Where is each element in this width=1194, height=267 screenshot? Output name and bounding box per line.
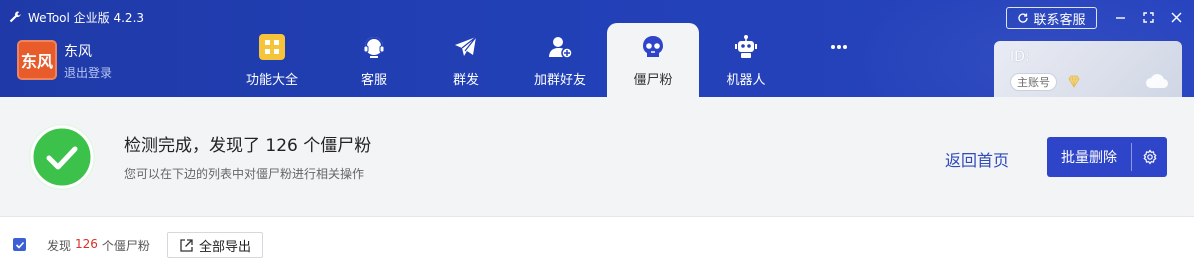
minimize-button[interactable] (1110, 8, 1130, 26)
result-subtitle: 您可以在下边的列表中对僵尸粉进行相关操作 (124, 167, 365, 181)
batch-delete-group: 批量删除 (1047, 137, 1167, 177)
found-suffix: 个僵尸粉 (101, 239, 150, 253)
expand-icon (1142, 11, 1154, 23)
tab-zombie-fans[interactable]: 僵尸粉 (607, 23, 699, 97)
batch-delete-button[interactable]: 批量删除 (1047, 137, 1131, 177)
tab-label: 僵尸粉 (633, 73, 673, 88)
add-user-icon (549, 37, 573, 59)
tab-add-group-friends[interactable]: 加群好友 (514, 23, 606, 97)
account-id: ID: (1010, 49, 1030, 65)
batch-settings-button[interactable] (1132, 137, 1167, 177)
tab-more[interactable] (793, 23, 885, 97)
maximize-button[interactable] (1138, 8, 1158, 26)
tab-label: 功能大全 (245, 73, 298, 88)
refresh-headset-icon (1018, 13, 1029, 23)
headset-icon (363, 37, 385, 58)
gear-icon (1142, 149, 1157, 165)
more-icon (831, 45, 847, 49)
skull-icon (643, 36, 663, 57)
account-role-badge: 主账号 (1010, 73, 1057, 91)
found-summary: 发现 126 个僵尸粉 (47, 237, 150, 254)
contact-service-label: 联系客服 (1033, 12, 1086, 28)
export-all-button[interactable]: 全部导出 (167, 232, 263, 258)
export-all-label: 全部导出 (198, 239, 251, 255)
checkmark-icon (15, 241, 24, 249)
tab-customer-service[interactable]: 客服 (328, 23, 420, 97)
check-circle-icon (29, 124, 95, 190)
close-button[interactable] (1166, 8, 1186, 26)
diamond-icon (1068, 75, 1080, 88)
grid-apps-icon (259, 34, 285, 60)
detection-result-panel: 检测完成，发现了 126 个僵尸粉 您可以在下边的列表中对僵尸粉进行相关操作 返… (0, 97, 1194, 217)
robot-icon (735, 35, 757, 58)
logout-link[interactable]: 退出登录 (64, 64, 112, 81)
cloud-icon (1146, 74, 1169, 89)
export-icon (180, 238, 193, 252)
found-prefix: 发现 (47, 239, 72, 253)
result-title: 检测完成，发现了 126 个僵尸粉 (124, 136, 372, 156)
select-all-checkbox[interactable] (13, 238, 26, 251)
app-title-bar: WeTool 企业版 4.2.3 (8, 8, 144, 26)
contact-service-button[interactable]: 联系客服 (1006, 7, 1097, 29)
tab-robot[interactable]: 机器人 (700, 23, 792, 97)
tab-features[interactable]: 功能大全 (226, 23, 318, 97)
found-count: 126 (75, 237, 98, 251)
wrench-icon (9, 11, 21, 23)
brand-name: 东风 (64, 44, 92, 60)
tab-label: 机器人 (726, 73, 766, 88)
brand-logo: 东风 (17, 40, 57, 80)
account-card[interactable]: ID: 主账号 (994, 41, 1182, 97)
minimize-icon (1115, 16, 1125, 19)
tab-broadcast[interactable]: 群发 (420, 23, 512, 97)
app-title: WeTool 企业版 4.2.3 (28, 10, 145, 25)
top-navigation-bar: WeTool 企业版 4.2.3 联系客服 东风 东风 退出登录 功能大全 客服… (0, 0, 1194, 97)
paper-plane-icon (455, 36, 477, 56)
tab-label: 加群好友 (533, 73, 586, 88)
tab-label: 客服 (360, 73, 387, 88)
back-home-link[interactable]: 返回首页 (945, 147, 1009, 171)
close-icon (1171, 12, 1181, 22)
tab-label: 群发 (452, 73, 479, 88)
